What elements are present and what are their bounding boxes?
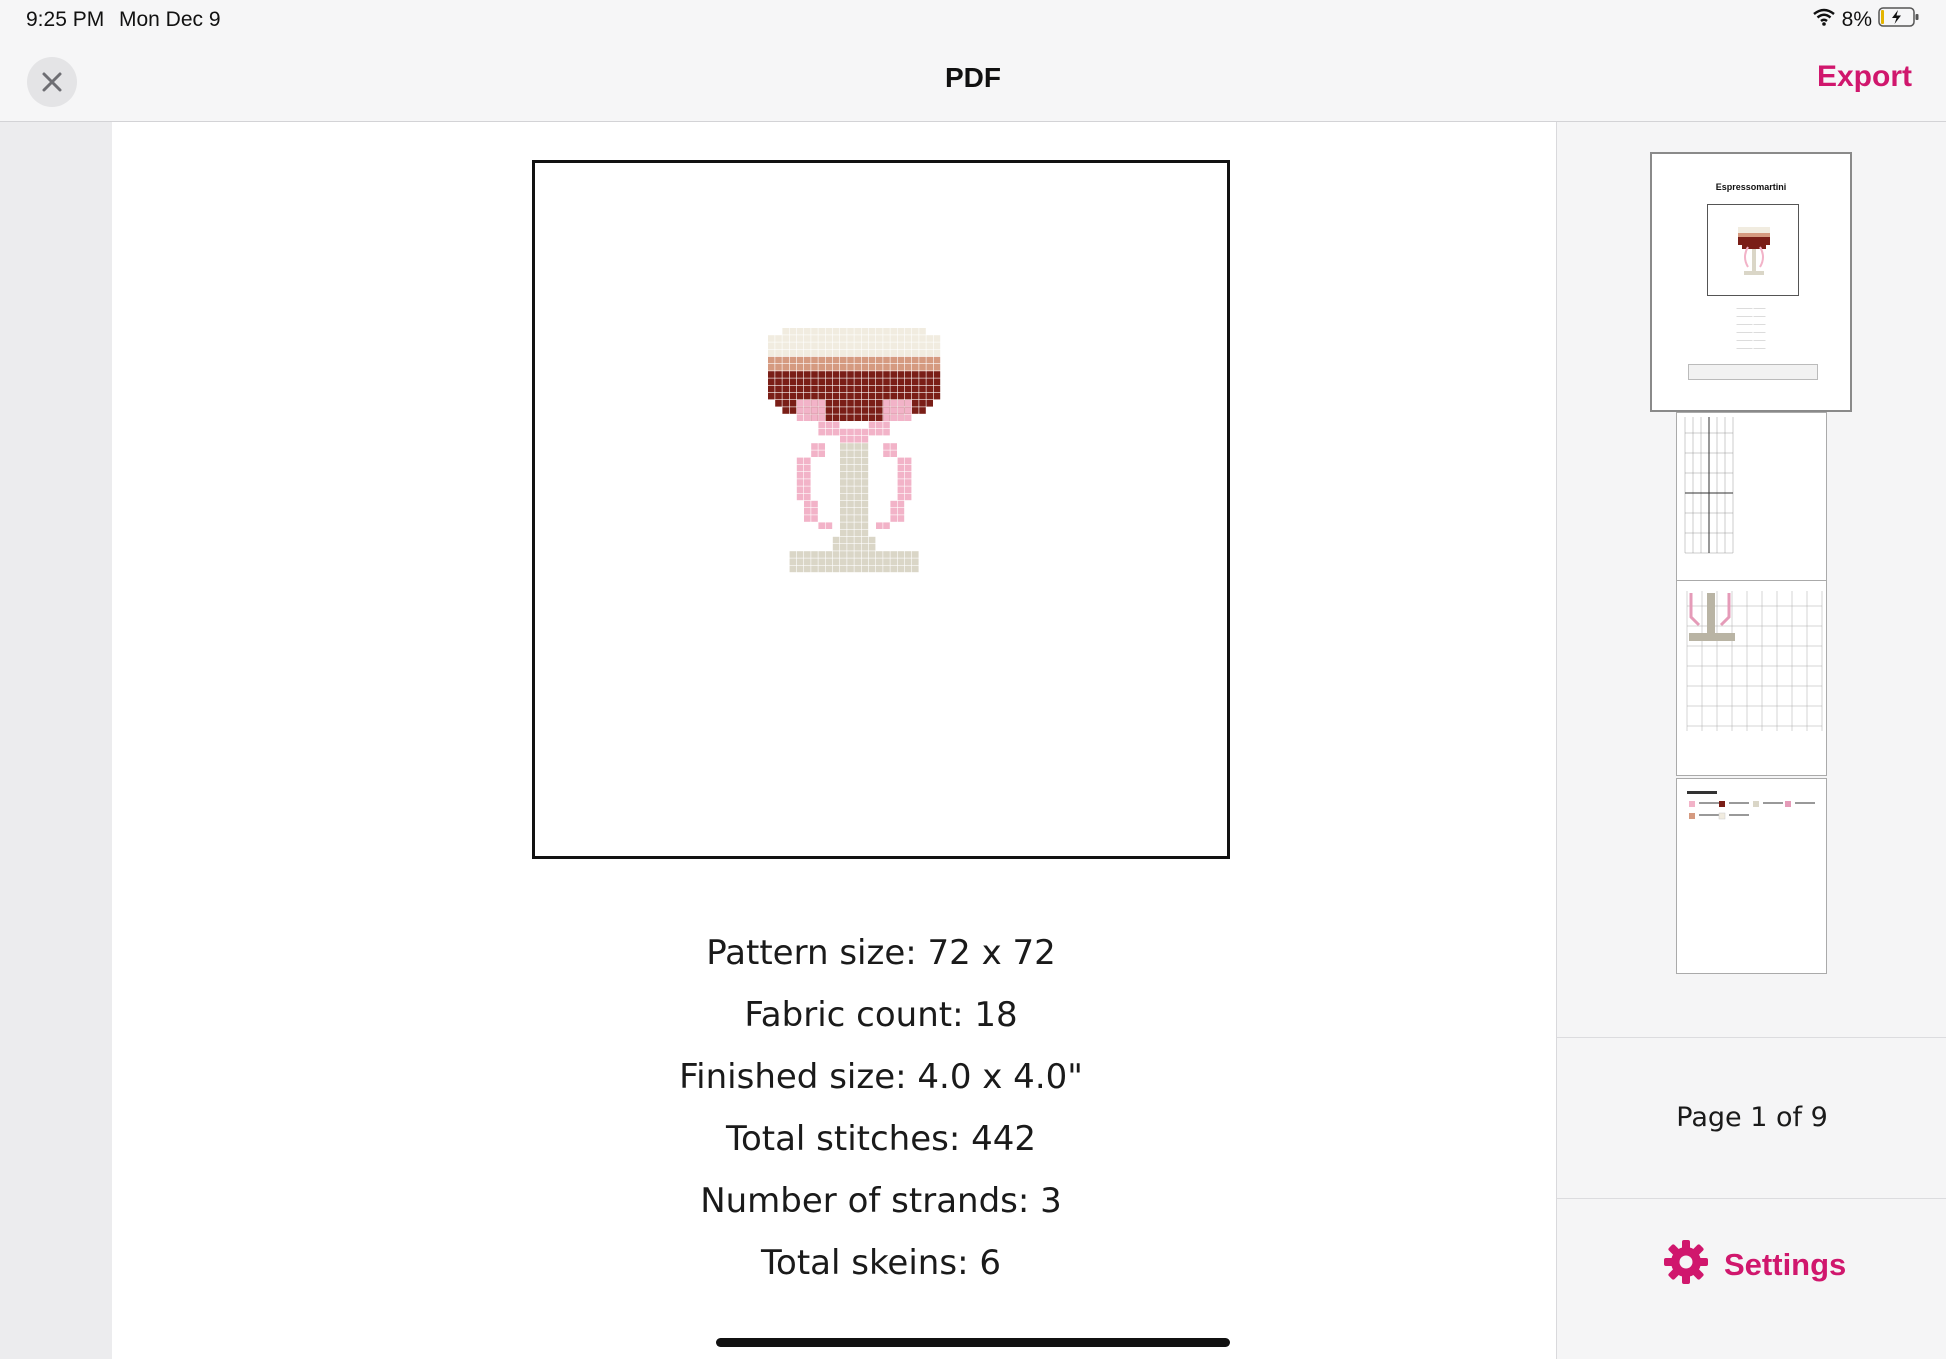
- wifi-icon: [1812, 8, 1836, 32]
- battery-percentage: 8%: [1841, 8, 1872, 31]
- thumbnail-footer: [1688, 364, 1818, 380]
- settings-button[interactable]: Settings: [1662, 1238, 1846, 1291]
- pattern-preview-frame: [532, 160, 1230, 859]
- pattern-specs: Pattern size: 72 x 72 Fabric count: 18 F…: [532, 922, 1230, 1294]
- gear-icon: [1662, 1238, 1710, 1291]
- sidebar-divider-bottom: [1557, 1198, 1946, 1199]
- status-bar: 9:25 PM Mon Dec 9 8%: [0, 0, 1946, 42]
- battery-charging-icon: [1878, 6, 1920, 34]
- thumbnail-pattern-preview: [1707, 204, 1799, 296]
- page-thumbnail-2[interactable]: [1676, 412, 1827, 582]
- sidebar-divider-top: [1557, 1037, 1946, 1038]
- page-thumbnail-3[interactable]: [1676, 580, 1827, 776]
- spec-total-stitches: Total stitches: 442: [725, 1119, 1037, 1159]
- nav-bar: PDF Export: [0, 42, 1946, 122]
- status-indicators: 8%: [1812, 6, 1920, 34]
- spec-fabric-count: Fabric count: 18: [744, 995, 1018, 1035]
- page-thumbnail-1[interactable]: Espressomartini ———— ——— ———— ——— ———— —…: [1650, 152, 1852, 412]
- spec-total-skeins: Total skeins: 6: [761, 1243, 1001, 1283]
- thumbnail-title: Espressomartini: [1715, 182, 1787, 192]
- page-thumbnail-4[interactable]: [1676, 778, 1827, 974]
- thumbnail-spec-lines: ———— ——— ———— ——— ———— ——— ———— ——— ————…: [1736, 305, 1766, 350]
- page-title: PDF: [945, 62, 1001, 93]
- page-thumbnail-sidebar: Espressomartini ———— ——— ———— ——— ———— —…: [1556, 122, 1946, 1359]
- cross-stitch-pattern-image: [768, 328, 941, 573]
- status-time: 9:25 PM: [26, 8, 105, 31]
- pdf-page: Pattern size: 72 x 72 Fabric count: 18 F…: [112, 122, 1556, 1359]
- spec-finished-size: Finished size: 4.0 x 4.0": [679, 1057, 1083, 1097]
- spec-number-of-strands: Number of strands: 3: [700, 1181, 1062, 1221]
- settings-label: Settings: [1724, 1246, 1847, 1282]
- pdf-preview-area[interactable]: Pattern size: 72 x 72 Fabric count: 18 F…: [0, 122, 1556, 1359]
- page-indicator: Page 1 of 9: [1676, 1102, 1828, 1133]
- spec-pattern-size: Pattern size: 72 x 72: [706, 933, 1056, 973]
- export-button[interactable]: Export: [1817, 60, 1912, 94]
- status-date: Mon Dec 9: [119, 8, 221, 31]
- home-indicator: [716, 1338, 1230, 1347]
